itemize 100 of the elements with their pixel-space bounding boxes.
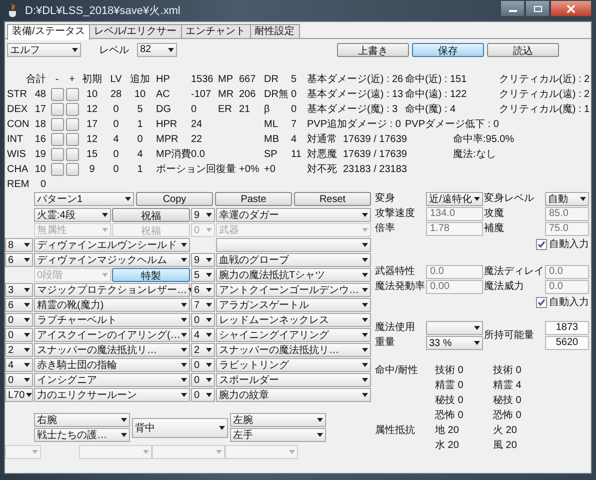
dropdown[interactable]: 33 % — [426, 336, 483, 350]
dropdown[interactable]: 0 — [191, 313, 215, 327]
dropdown[interactable]: 2 — [5, 343, 33, 357]
tab[interactable]: 耐性設定 — [250, 24, 300, 38]
dropdown[interactable]: スナッパーの魔法抵抗リ… — [216, 343, 371, 357]
dropdown[interactable]: 赤き騎士団の指輪 — [34, 358, 190, 372]
slot-dropdown[interactable]: 左手 — [230, 428, 326, 442]
decrease-button[interactable] — [50, 148, 64, 161]
dropdown[interactable]: インシグニア — [34, 373, 190, 387]
dropdown[interactable]: アラガンスゲートル — [216, 298, 371, 312]
dropdown[interactable]: 精霊の靴(魔力) — [34, 298, 190, 312]
decrease-button[interactable] — [50, 88, 64, 101]
dropdown[interactable]: 自動 — [545, 192, 589, 206]
level-dropdown[interactable]: 82 — [137, 42, 177, 56]
dropdown[interactable]: シャイニングイアリング — [216, 328, 371, 342]
equipment-button[interactable]: 特製 — [112, 268, 190, 282]
stat-name: INT — [7, 133, 24, 147]
dropdown[interactable]: 近/遠特化 — [426, 192, 483, 206]
file-button[interactable]: 保存 — [412, 42, 484, 56]
input-field[interactable]: 134.0 — [426, 207, 483, 221]
dropdown[interactable]: 9 — [191, 208, 215, 222]
input-field[interactable]: 0.0 — [426, 265, 483, 279]
tab[interactable]: レベル/エリクサー — [88, 24, 182, 38]
decrease-button[interactable] — [50, 103, 64, 116]
dropdown[interactable]: 0 — [191, 373, 215, 387]
increase-button[interactable] — [66, 118, 78, 131]
input-field[interactable]: 1873 — [545, 321, 589, 335]
pattern-button[interactable]: Paste — [215, 192, 292, 206]
stat-total: 48 — [34, 88, 47, 102]
slot-dropdown[interactable]: 戦士たちの護… — [34, 428, 130, 442]
dropdown[interactable]: アントクイーンゴールデンウ… — [216, 283, 371, 297]
dropdown[interactable] — [216, 238, 371, 252]
tab[interactable]: 装備/ステータス — [7, 24, 90, 40]
race-dropdown[interactable]: エルフ — [7, 42, 81, 56]
input-field[interactable]: 1.78 — [426, 222, 483, 236]
slot-dropdown[interactable]: 左腕 — [230, 413, 326, 427]
decrease-button[interactable] — [50, 163, 64, 176]
caret-icon — [206, 348, 212, 352]
dropdown[interactable]: スナッパーの魔法抵抗リ… — [34, 343, 190, 357]
dropdown[interactable]: 4 — [5, 358, 33, 372]
pattern-dropdown[interactable]: パターン1 — [34, 192, 134, 206]
increase-button[interactable] — [66, 103, 78, 116]
slot-dropdown[interactable]: 右腕 — [34, 413, 130, 427]
decrease-button[interactable] — [50, 118, 64, 131]
checkbox[interactable] — [536, 296, 547, 308]
dropdown[interactable]: 血戦のグローブ — [216, 253, 371, 267]
increase-button[interactable] — [66, 133, 78, 146]
maximize-button[interactable] — [525, 0, 550, 17]
dropdown[interactable]: 0 — [5, 373, 33, 387]
file-button[interactable]: 上書き — [337, 42, 409, 56]
dropdown[interactable]: ディヴァインマジックヘルム — [34, 253, 190, 267]
dropdown[interactable]: ラプチャーベルト — [34, 313, 190, 327]
decrease-button[interactable] — [50, 133, 64, 146]
input-field[interactable]: 75.0 — [545, 222, 589, 236]
input-field[interactable]: 5620 — [545, 336, 589, 350]
caret-icon — [362, 348, 368, 352]
checkbox[interactable] — [536, 238, 547, 250]
dropdown[interactable]: 腕力の紋章 — [216, 388, 371, 402]
minimize-button[interactable] — [500, 0, 525, 17]
input-field[interactable]: 0.00 — [426, 280, 483, 294]
dropdown[interactable]: 3 — [5, 283, 33, 297]
slot-dropdown[interactable]: 背中 — [132, 418, 228, 438]
input-field[interactable]: 0.0 — [545, 265, 589, 279]
stat-total: 19 — [34, 148, 47, 162]
tab[interactable]: エンチャント — [180, 24, 251, 38]
equipment-button[interactable]: 祝福 — [112, 208, 190, 222]
dropdown[interactable]: 0 — [5, 328, 33, 342]
input-field[interactable]: 85.0 — [545, 207, 589, 221]
dropdown[interactable]: 0 — [191, 358, 215, 372]
dropdown[interactable]: 2 — [191, 343, 215, 357]
increase-button[interactable] — [66, 88, 78, 101]
pattern-button[interactable]: Reset — [294, 192, 371, 206]
dropdown[interactable]: 9 — [191, 253, 215, 267]
dropdown[interactable]: スポールダー — [216, 373, 371, 387]
pattern-button[interactable]: Copy — [136, 192, 213, 206]
file-button[interactable]: 読込 — [487, 42, 559, 56]
dropdown[interactable]: マジックプロテクションレザー… — [34, 283, 190, 297]
close-button[interactable] — [550, 0, 592, 17]
dropdown[interactable]: 0 — [5, 313, 33, 327]
dropdown[interactable]: L70 — [5, 388, 33, 402]
dropdown[interactable]: 6 — [5, 298, 33, 312]
dropdown[interactable]: 5 — [191, 268, 215, 282]
dropdown[interactable]: 0 — [191, 388, 215, 402]
dropdown[interactable]: 4 — [191, 328, 215, 342]
dropdown[interactable]: 腕力の魔法抵抗Tシャツ — [216, 268, 371, 282]
dropdown[interactable]: 8 — [5, 238, 33, 252]
dropdown[interactable]: 6 — [191, 283, 215, 297]
dropdown[interactable]: ラビットリング — [216, 358, 371, 372]
dropdown[interactable]: ディヴァインエルヴンシールド — [34, 238, 190, 252]
dropdown[interactable]: アイスクイーンのイアリング(… — [34, 328, 190, 342]
dropdown[interactable]: 力のエリクサールーン — [34, 388, 190, 402]
dropdown[interactable]: レッドムーンネックレス — [216, 313, 371, 327]
dropdown[interactable]: 幸運のダガー — [216, 208, 371, 222]
dropdown[interactable]: 火霊:4段 — [34, 208, 111, 222]
increase-button[interactable] — [66, 163, 78, 176]
increase-button[interactable] — [66, 148, 78, 161]
dropdown[interactable] — [426, 321, 483, 335]
dropdown[interactable]: 6 — [5, 253, 33, 267]
input-field[interactable]: 0.0 — [545, 280, 589, 294]
dropdown[interactable]: 7 — [191, 298, 215, 312]
